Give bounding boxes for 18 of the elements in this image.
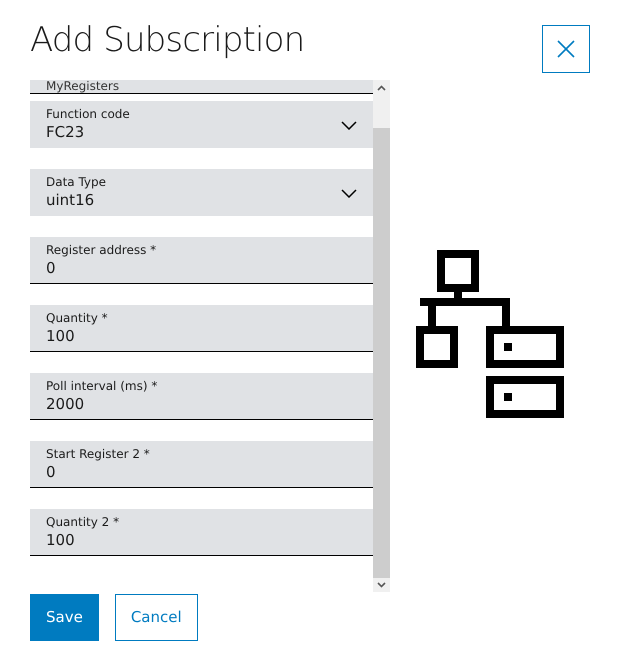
chevron-down-icon bbox=[341, 189, 357, 198]
input-field[interactable]: Quantity * 100 bbox=[30, 305, 373, 352]
input-field[interactable]: Register address * 0 bbox=[30, 237, 373, 284]
close-button[interactable] bbox=[542, 25, 590, 73]
close-icon bbox=[557, 40, 575, 58]
dropdown-field[interactable]: Function code FC23 bbox=[30, 101, 373, 148]
cancel-button[interactable]: Cancel bbox=[114, 594, 198, 641]
chevron-down-icon bbox=[341, 121, 357, 130]
dropdown-field[interactable]: Data Type uint16 bbox=[30, 169, 373, 216]
input-field[interactable]: Start Register 2 * 0 bbox=[30, 441, 373, 488]
scroll-up-icon bbox=[377, 85, 386, 91]
input-field[interactable]: MyRegisters bbox=[30, 80, 373, 94]
input-field[interactable]: Quantity 2 * 100 bbox=[30, 509, 373, 556]
scroll-down-icon bbox=[377, 582, 386, 588]
dialog-title: Add Subscription bbox=[30, 19, 304, 62]
input-field[interactable]: Poll interval (ms) * 2000 bbox=[30, 373, 373, 420]
save-button[interactable]: Save bbox=[30, 594, 99, 641]
network-hierarchy-icon bbox=[416, 250, 564, 418]
